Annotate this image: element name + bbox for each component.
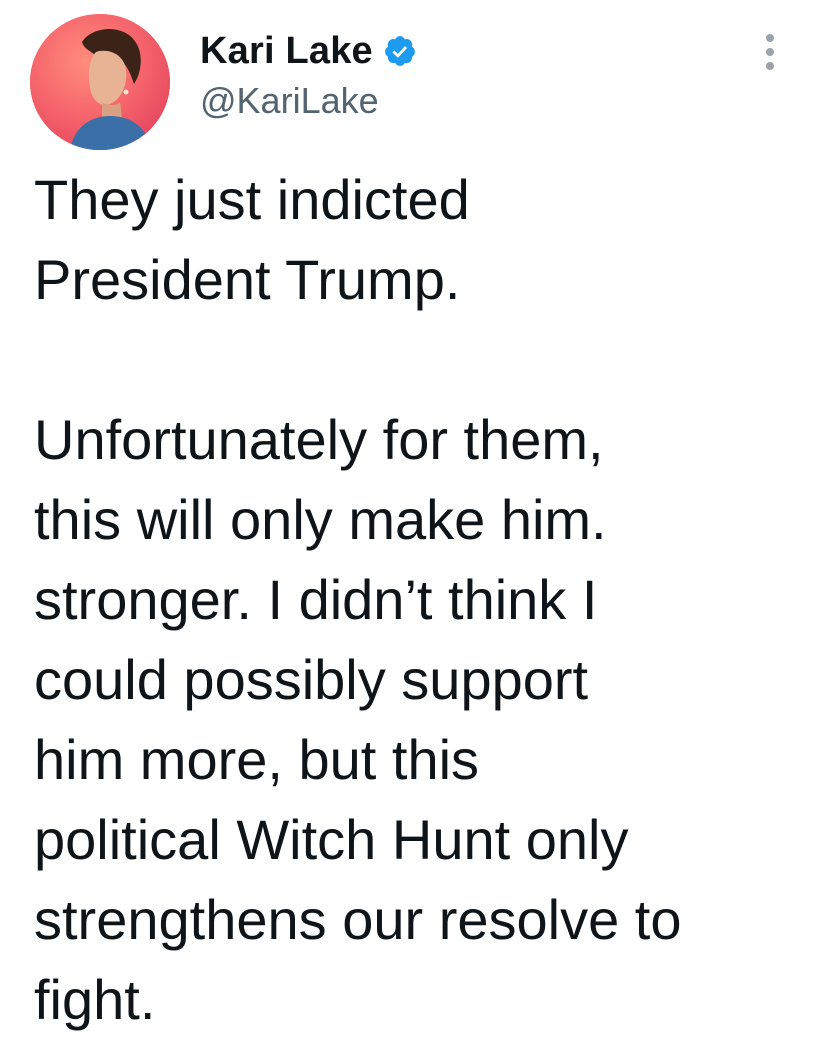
tweet-paragraph-1: They just indicted President Trump. <box>34 160 794 320</box>
more-options-dot <box>766 34 774 42</box>
avatar[interactable] <box>30 14 170 150</box>
tweet-line: President Trump. <box>34 248 461 311</box>
tweet-line: Unfortunately for them, <box>34 408 604 471</box>
author-handle[interactable]: @KariLake <box>200 80 379 122</box>
tweet-line: this will only make him. <box>34 488 607 551</box>
more-options-dot <box>766 62 774 70</box>
tweet-line: fight. <box>34 968 156 1031</box>
author-name-row: Kari Lake <box>200 28 417 74</box>
tweet-paragraph-2: Unfortunately for them, this will only m… <box>34 400 794 1040</box>
tweet-line: him more, but this <box>34 728 480 791</box>
more-options-icon[interactable] <box>752 30 788 74</box>
tweet-line: stronger. I didn’t think I <box>34 568 598 631</box>
tweet-card: Kari Lake @KariLake They just indicted P… <box>0 0 820 1031</box>
verified-badge-icon <box>383 34 417 68</box>
tweet-line: strengthens our resolve to <box>34 888 682 951</box>
tweet-line: political Witch Hunt only <box>34 808 629 871</box>
more-options-dot <box>766 48 774 56</box>
tweet-line: could possibly support <box>34 648 589 711</box>
avatar-portrait-image <box>30 14 170 150</box>
tweet-line: They just indicted <box>34 168 470 231</box>
tweet-text: They just indicted President Trump. Unfo… <box>34 160 794 1040</box>
author-display-name[interactable]: Kari Lake <box>200 30 373 73</box>
